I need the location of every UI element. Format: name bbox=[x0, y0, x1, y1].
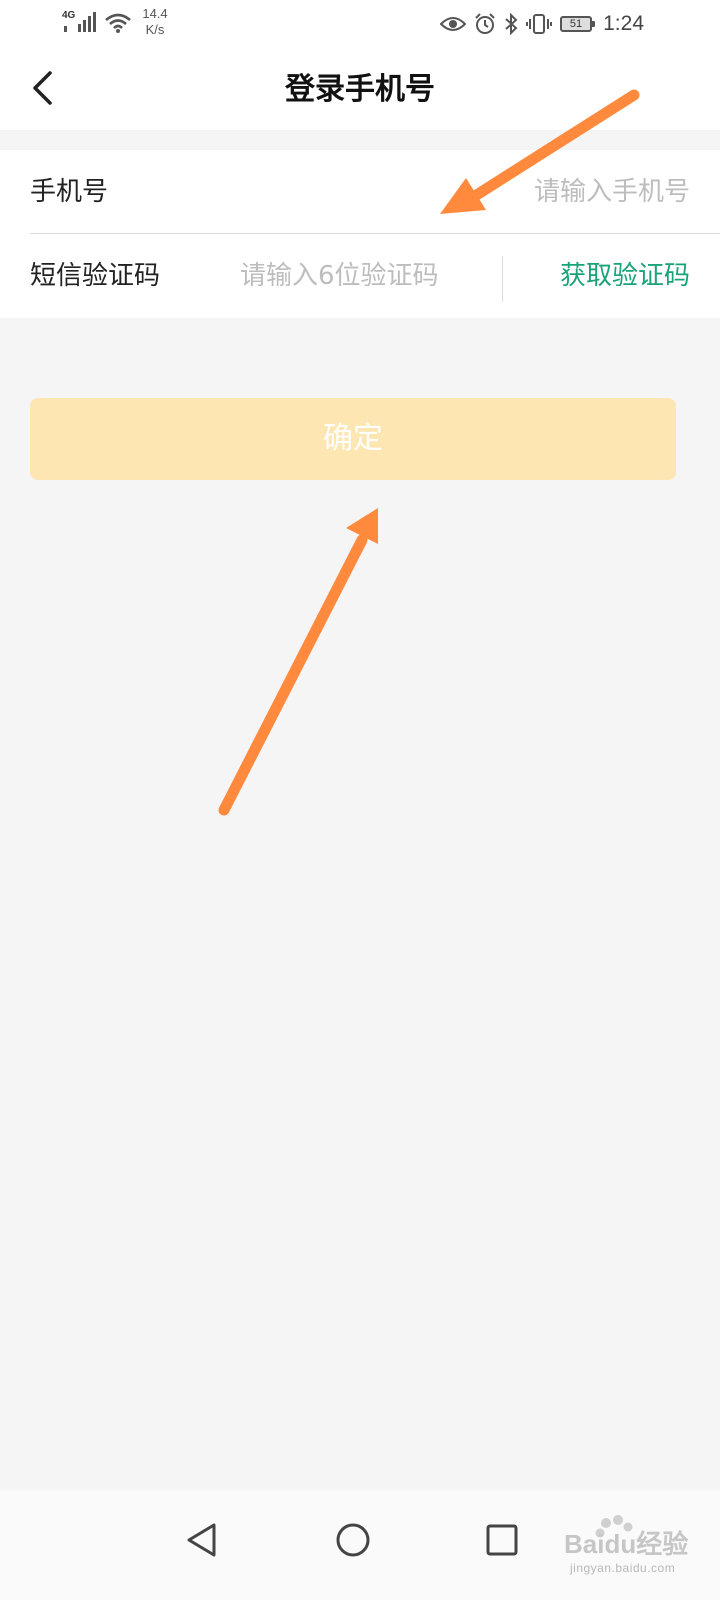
watermark-url: jingyan.baidu.com bbox=[570, 1561, 676, 1575]
battery-icon: 51 bbox=[560, 16, 595, 32]
status-icons: 51 bbox=[440, 11, 595, 37]
baidu-watermark: Baidu经验 jingyan.baidu.com bbox=[560, 1515, 700, 1585]
phone-input[interactable] bbox=[240, 170, 690, 214]
page-header: 登录手机号 bbox=[0, 50, 720, 130]
triangle-back-icon bbox=[187, 1523, 216, 1557]
annotation-arrow-confirm bbox=[218, 508, 378, 816]
speed-value: 14.4 bbox=[142, 6, 168, 21]
vertical-divider bbox=[502, 256, 503, 302]
circle-home-icon bbox=[336, 1523, 370, 1557]
bluetooth-icon bbox=[505, 13, 518, 35]
network-speed: 14.4 K/s bbox=[138, 6, 172, 38]
baidu-logo: Baidu经验 bbox=[564, 1515, 688, 1559]
speed-unit: K/s bbox=[145, 22, 165, 37]
phone-row: 手机号 bbox=[0, 150, 720, 234]
page-title: 登录手机号 bbox=[285, 72, 435, 107]
app-screen: 4G 14.4 K/s 51 1:24 登录手机号 手机号 请输入手机号 短信验… bbox=[0, 0, 720, 1600]
code-input[interactable] bbox=[240, 254, 492, 298]
signal-indicator: 4G bbox=[62, 10, 98, 36]
nav-recent-button[interactable] bbox=[472, 1510, 532, 1570]
confirm-button[interactable]: 确定 bbox=[30, 398, 676, 480]
wifi-icon bbox=[105, 13, 131, 33]
status-bar: 4G 14.4 K/s 51 1:24 bbox=[0, 0, 720, 50]
code-row: 短信验证码 获取验证码 bbox=[0, 234, 720, 318]
square-recent-icon bbox=[486, 1524, 518, 1556]
vibrate-icon bbox=[526, 14, 552, 34]
alarm-icon bbox=[475, 13, 495, 34]
status-time: 1:24 bbox=[603, 12, 644, 35]
nav-back-button[interactable] bbox=[172, 1510, 232, 1570]
login-form: 手机号 短信验证码 获取验证码 bbox=[0, 150, 720, 318]
baidu-brand: Baidu经验 bbox=[564, 1529, 688, 1559]
signal-icon bbox=[64, 12, 96, 32]
nav-home-button[interactable] bbox=[323, 1510, 383, 1570]
code-label: 短信验证码 bbox=[30, 261, 161, 291]
eye-icon bbox=[440, 17, 466, 31]
phone-label: 手机号 bbox=[30, 177, 109, 207]
get-code-button[interactable]: 获取验证码 bbox=[560, 254, 690, 298]
